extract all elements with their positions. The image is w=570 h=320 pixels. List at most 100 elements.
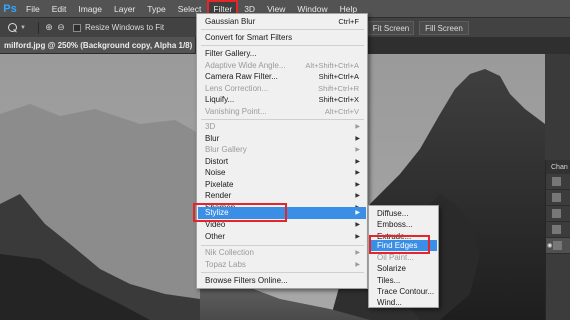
menu-item-label: Blur Gallery	[205, 145, 247, 155]
fill-screen-button[interactable]: Fill Screen	[419, 21, 469, 35]
photoshop-logo: Ps	[3, 2, 17, 15]
menu-item-label: Gaussian Blur	[205, 17, 256, 27]
menu-item-label: Lens Correction...	[205, 83, 269, 93]
menu-divider	[201, 272, 364, 273]
submenu-arrow-icon: ▶	[355, 124, 360, 131]
menu-layer[interactable]: Layer	[108, 0, 141, 17]
zoom-icon	[8, 22, 18, 33]
channel-row[interactable]	[546, 174, 570, 190]
channel-row[interactable]	[546, 206, 570, 222]
shortcut-label: Shift+Ctrl+X	[318, 95, 359, 105]
chevron-down-icon: ▼	[20, 24, 26, 31]
menu-item-other[interactable]: Other ▶	[198, 231, 366, 243]
resize-windows-label: Resize Windows to Fit	[85, 23, 165, 32]
zoom-out-icon[interactable]: ⊖	[55, 22, 67, 33]
menu-item-nik-collection[interactable]: Nik Collection ▶	[198, 247, 366, 259]
channel-thumbnail	[552, 209, 561, 218]
menu-item-blur-gallery[interactable]: Blur Gallery ▶	[198, 144, 366, 156]
channel-row[interactable]	[546, 190, 570, 206]
menu-item-label: Stylize	[205, 208, 229, 218]
menu-item-label: Topaz Labs	[205, 259, 246, 269]
submenu-item-find-edges[interactable]: Find Edges	[370, 240, 437, 252]
channel-row[interactable]: ◉	[546, 238, 570, 254]
submenu-arrow-icon: ▶	[355, 170, 360, 177]
menu-item-stylize[interactable]: Stylize ▶	[198, 207, 366, 219]
channel-thumbnail	[552, 193, 561, 202]
submenu-arrow-icon: ▶	[355, 250, 360, 257]
divider	[38, 21, 39, 34]
shortcut-label: Shift+Ctrl+R	[318, 83, 359, 93]
submenu-item-trace-contour[interactable]: Trace Contour...	[370, 286, 437, 297]
shortcut-label: Alt+Ctrl+V	[324, 106, 359, 116]
submenu-item-diffuse[interactable]: Diffuse...	[370, 208, 437, 219]
zoom-tool-preset[interactable]: ▼	[0, 22, 34, 33]
menu-item-label: Vanishing Point...	[205, 106, 267, 116]
submenu-arrow-icon: ▶	[355, 233, 360, 240]
menu-item-last-filter[interactable]: Gaussian Blur Ctrl+F	[198, 16, 366, 28]
menu-image[interactable]: Image	[72, 0, 108, 17]
menu-divider	[201, 29, 364, 30]
menu-item-label: Adaptive Wide Angle...	[205, 60, 286, 70]
shortcut-label: Shift+Ctrl+A	[318, 72, 359, 82]
submenu-arrow-icon: ▶	[355, 193, 360, 200]
submenu-arrow-icon: ▶	[355, 147, 360, 154]
menu-item-blur[interactable]: Blur ▶	[198, 133, 366, 145]
menu-item-label: Blur	[205, 133, 220, 143]
menu-item-render[interactable]: Render ▶	[198, 190, 366, 202]
menu-item-label: 3D	[205, 122, 216, 132]
shortcut-label: Ctrl+F	[338, 17, 359, 27]
menu-item-label: Noise	[205, 168, 226, 178]
channel-thumbnail	[552, 225, 561, 234]
panel-title[interactable]: Chan	[546, 160, 570, 174]
menu-divider	[201, 119, 364, 120]
submenu-item-oil-paint[interactable]: Oil Paint...	[370, 252, 437, 263]
submenu-item-wind[interactable]: Wind...	[370, 297, 437, 308]
menu-item-label: Browse Filters Online...	[205, 276, 288, 286]
menu-item-distort[interactable]: Distort ▶	[198, 156, 366, 168]
menu-item-liquify[interactable]: Liquify... Shift+Ctrl+X	[198, 94, 366, 106]
menu-item-label: Convert for Smart Filters	[205, 33, 293, 43]
submenu-arrow-icon: ▶	[355, 261, 360, 268]
submenu-arrow-icon: ▶	[355, 210, 360, 217]
channel-thumbnail	[553, 241, 562, 250]
menu-item-label: Pixelate	[205, 179, 234, 189]
menu-item-browse-filters-online[interactable]: Browse Filters Online...	[198, 275, 366, 287]
menu-item-lens-correction[interactable]: Lens Correction... Shift+Ctrl+R	[198, 83, 366, 95]
document-tab[interactable]: milford.jpg @ 250% (Background copy, Alp…	[0, 37, 195, 54]
filter-menu: Gaussian Blur Ctrl+F Convert for Smart F…	[196, 13, 368, 289]
menu-divider	[201, 245, 364, 246]
menu-item-label: Other	[205, 231, 226, 241]
menu-item-convert-smart-filters[interactable]: Convert for Smart Filters	[198, 32, 366, 44]
menu-item-camera-raw[interactable]: Camera Raw Filter... Shift+Ctrl+A	[198, 71, 366, 83]
menu-item-label: Liquify...	[205, 95, 235, 105]
submenu-arrow-icon: ▶	[355, 181, 360, 188]
menu-item-noise[interactable]: Noise ▶	[198, 167, 366, 179]
menu-item-video[interactable]: Video ▶	[198, 219, 366, 231]
menu-file[interactable]: File	[20, 0, 46, 17]
menu-item-3d[interactable]: 3D ▶	[198, 121, 366, 133]
submenu-arrow-icon: ▶	[355, 158, 360, 165]
channel-row[interactable]	[546, 222, 570, 238]
submenu-item-emboss[interactable]: Emboss...	[370, 219, 437, 230]
resize-windows-checkbox[interactable]	[73, 23, 81, 32]
fit-screen-button[interactable]: Fit Screen	[368, 21, 414, 35]
menu-type[interactable]: Type	[141, 0, 171, 17]
submenu-item-solarize[interactable]: Solarize	[370, 263, 437, 274]
menu-item-filter-gallery[interactable]: Filter Gallery...	[198, 48, 366, 60]
shortcut-label: Alt+Shift+Ctrl+A	[305, 60, 359, 70]
zoom-in-icon[interactable]: ⊕	[43, 22, 55, 33]
menu-item-label: Nik Collection	[205, 248, 254, 258]
menu-item-topaz-labs[interactable]: Topaz Labs ▶	[198, 259, 366, 271]
menu-item-label: Render	[205, 191, 232, 201]
menu-item-adaptive-wide-angle[interactable]: Adaptive Wide Angle... Alt+Shift+Ctrl+A	[198, 60, 366, 72]
document-title: milford.jpg @ 250% (Background copy, Alp…	[4, 40, 193, 50]
submenu-item-tiles[interactable]: Tiles...	[370, 275, 437, 286]
menu-item-pixelate[interactable]: Pixelate ▶	[198, 179, 366, 191]
menu-item-label: Filter Gallery...	[205, 49, 257, 59]
menu-item-vanishing-point[interactable]: Vanishing Point... Alt+Ctrl+V	[198, 106, 366, 118]
channels-panel: Chan ◉	[545, 160, 570, 320]
eye-icon[interactable]: ◉	[547, 242, 552, 249]
menu-edit[interactable]: Edit	[46, 0, 73, 17]
menu-item-label: Video	[205, 220, 226, 230]
channel-thumbnail	[552, 177, 561, 186]
